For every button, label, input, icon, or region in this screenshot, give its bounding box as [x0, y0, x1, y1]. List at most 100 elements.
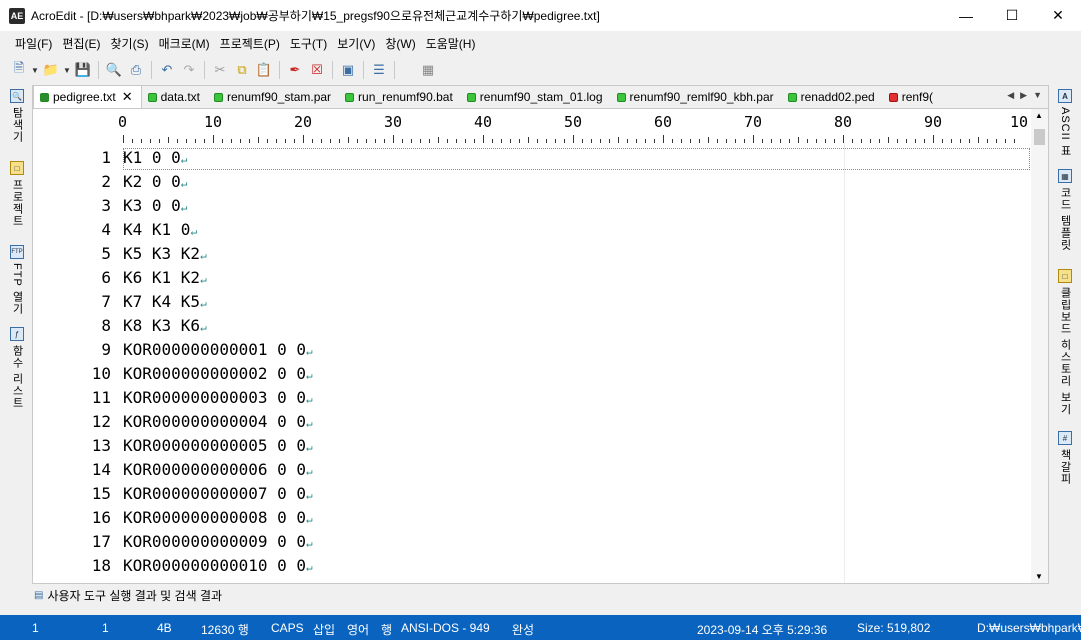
- tab-label: renumf90_stam_01.log: [479, 90, 603, 104]
- maximize-button[interactable]: ☐: [989, 0, 1035, 31]
- text-editor[interactable]: K1 0 0↵ K2 0 0↵ K3 0 0↵ K4 K1 0↵ K5 K3 K…: [117, 143, 1031, 583]
- dock-label: ASCII 표: [1059, 107, 1071, 157]
- right-dock: A ASCII 표 ▦ 코드 템플릿 □ 클립보드 히스토리 보기 # 책갈피: [1049, 85, 1081, 607]
- code-line[interactable]: KOR000000000008 0 0↵: [123, 508, 313, 527]
- document-icon[interactable]: ▦: [417, 59, 439, 81]
- dock-bookmark[interactable]: # 책갈피: [1054, 431, 1076, 485]
- toolbar-separator: [204, 61, 205, 79]
- ruler-label: 30: [384, 113, 403, 131]
- menu-project[interactable]: 프로젝트(P): [215, 35, 285, 52]
- code-line[interactable]: K3 0 0↵: [123, 196, 187, 215]
- tab-run-renumf90-bat[interactable]: run_renumf90.bat: [339, 86, 461, 108]
- code-line[interactable]: KOR000000000005 0 0↵: [123, 436, 313, 455]
- dropdown-arrow-icon[interactable]: ▼: [30, 59, 40, 81]
- code-template-icon: ▦: [1058, 169, 1072, 183]
- line-number: 13: [91, 436, 111, 455]
- line-number: 5: [101, 244, 111, 263]
- status-encoding[interactable]: ANSI-DOS - 949: [401, 621, 490, 635]
- output-panel-tab[interactable]: ▤ 사용자 도구 실행 결과 및 검색 결과: [32, 584, 1049, 607]
- line-text: KOR000000000008 0 0: [123, 508, 307, 527]
- print-preview-icon[interactable]: 🔍: [103, 59, 125, 81]
- line-text: KOR000000000006 0 0: [123, 460, 307, 479]
- code-line[interactable]: K7 K4 K5↵: [123, 292, 207, 311]
- close-icon[interactable]: ✕: [122, 89, 133, 105]
- code-line[interactable]: KOR000000000002 0 0↵: [123, 364, 313, 383]
- dock-project[interactable]: □ 프로젝트: [6, 161, 28, 227]
- status-insert-mode[interactable]: 삽입: [313, 621, 335, 638]
- code-line[interactable]: K1 0 0↵: [123, 148, 187, 167]
- code-line[interactable]: KOR000000000010 0 0↵: [123, 556, 313, 575]
- new-file-icon[interactable]: 🗎: [8, 59, 30, 81]
- eol-icon: ↵: [306, 561, 313, 574]
- code-line[interactable]: K2 0 0↵: [123, 172, 187, 191]
- marker-icon[interactable]: ✒: [284, 59, 306, 81]
- menu-window[interactable]: 창(W): [380, 35, 420, 52]
- scroll-down-icon[interactable]: ▼: [1035, 572, 1043, 581]
- open-folder-icon[interactable]: 📁: [40, 59, 62, 81]
- save-icon[interactable]: 💾: [72, 59, 94, 81]
- tab-renumf90-remlf90-par[interactable]: renumf90_remlf90_kbh.par: [611, 86, 782, 108]
- status-file-size: Size: 519,802: [857, 621, 931, 635]
- code-line[interactable]: KOR000000000006 0 0↵: [123, 460, 313, 479]
- dock-clipboard[interactable]: □ 클립보드 히스토리 보기: [1054, 269, 1076, 415]
- menu-edit[interactable]: 편집(E): [57, 35, 105, 52]
- copy-icon[interactable]: ⧉: [231, 59, 253, 81]
- ftp-icon: FTP: [10, 245, 24, 259]
- paste-icon[interactable]: 📋: [253, 59, 275, 81]
- close-button[interactable]: ✕: [1035, 0, 1081, 31]
- dropdown-arrow-icon[interactable]: ▼: [62, 59, 72, 81]
- undo-icon[interactable]: ↶: [156, 59, 178, 81]
- code-line[interactable]: KOR000000000003 0 0↵: [123, 388, 313, 407]
- list-icon[interactable]: ☰: [368, 59, 390, 81]
- dock-code-template[interactable]: ▦ 코드 템플릿: [1054, 169, 1076, 251]
- menu-find[interactable]: 찾기(S): [105, 35, 153, 52]
- tab-label: run_renumf90.bat: [358, 90, 453, 104]
- scroll-thumb[interactable]: [1034, 129, 1045, 145]
- tab-right-icon[interactable]: ▶: [1020, 90, 1027, 101]
- tab-renumf90-stam-log[interactable]: renumf90_stam_01.log: [461, 86, 611, 108]
- line-number: 2: [101, 172, 111, 191]
- dock-ftp[interactable]: FTP FTP 열기: [6, 245, 28, 315]
- code-line[interactable]: KOR000000000009 0 0↵: [123, 532, 313, 551]
- ruler-label: 40: [474, 113, 493, 131]
- line-text: K7 K4 K5: [123, 292, 201, 311]
- tab-data[interactable]: data.txt: [142, 86, 208, 108]
- tab-list-icon[interactable]: ▼: [1033, 90, 1042, 101]
- eol-icon: ↵: [180, 153, 188, 166]
- menu-view[interactable]: 보기(V): [332, 35, 380, 52]
- code-line[interactable]: KOR000000000001 0 0↵: [123, 340, 313, 359]
- tab-renadd02-ped[interactable]: renadd02.ped: [782, 86, 883, 108]
- minimize-button[interactable]: —: [943, 0, 989, 31]
- view-icon[interactable]: ▣: [337, 59, 359, 81]
- tab-renf90[interactable]: renf9(: [883, 86, 933, 108]
- window-title: AcroEdit - [D:₩users₩bhpark₩2023₩job₩공부하…: [31, 9, 600, 23]
- ruler-label: 10: [204, 113, 223, 131]
- print-icon[interactable]: ⎙: [125, 59, 147, 81]
- menu-help[interactable]: 도움말(H): [421, 35, 481, 52]
- clear-icon[interactable]: ☒: [306, 59, 328, 81]
- dock-function-list[interactable]: ƒ 함수 리스트: [6, 327, 28, 409]
- code-line[interactable]: KOR000000000007 0 0↵: [123, 484, 313, 503]
- scroll-up-icon[interactable]: ▲: [1035, 111, 1043, 120]
- tab-left-icon[interactable]: ◀: [1007, 90, 1014, 101]
- ascii-icon: A: [1058, 89, 1072, 103]
- code-line[interactable]: K8 K3 K6↵: [123, 316, 207, 335]
- redo-icon[interactable]: ↷: [178, 59, 200, 81]
- menu-macro[interactable]: 매크로(M): [154, 35, 215, 52]
- dock-ascii[interactable]: A ASCII 표: [1054, 89, 1076, 157]
- menu-tools[interactable]: 도구(T): [285, 35, 332, 52]
- vertical-scrollbar[interactable]: ▲ ▼: [1031, 109, 1048, 583]
- menu-file[interactable]: 파일(F): [10, 35, 57, 52]
- tab-pedigree[interactable]: pedigree.txt ✕: [33, 85, 142, 108]
- line-text: KOR000000000001 0 0: [123, 340, 307, 359]
- dock-explorer[interactable]: 🔍 탐색기: [6, 89, 28, 143]
- code-line[interactable]: K6 K1 K2↵: [123, 268, 207, 287]
- cut-icon[interactable]: ✂: [209, 59, 231, 81]
- line-number: 9: [101, 340, 111, 359]
- code-line[interactable]: K5 K3 K2↵: [123, 244, 207, 263]
- tab-renumf90-stam-par[interactable]: renumf90_stam.par: [208, 86, 339, 108]
- code-line[interactable]: K4 K1 0↵: [123, 220, 197, 239]
- document-icon: [888, 92, 898, 102]
- code-line[interactable]: KOR000000000004 0 0↵: [123, 412, 313, 431]
- ruler-label: 60: [654, 113, 673, 131]
